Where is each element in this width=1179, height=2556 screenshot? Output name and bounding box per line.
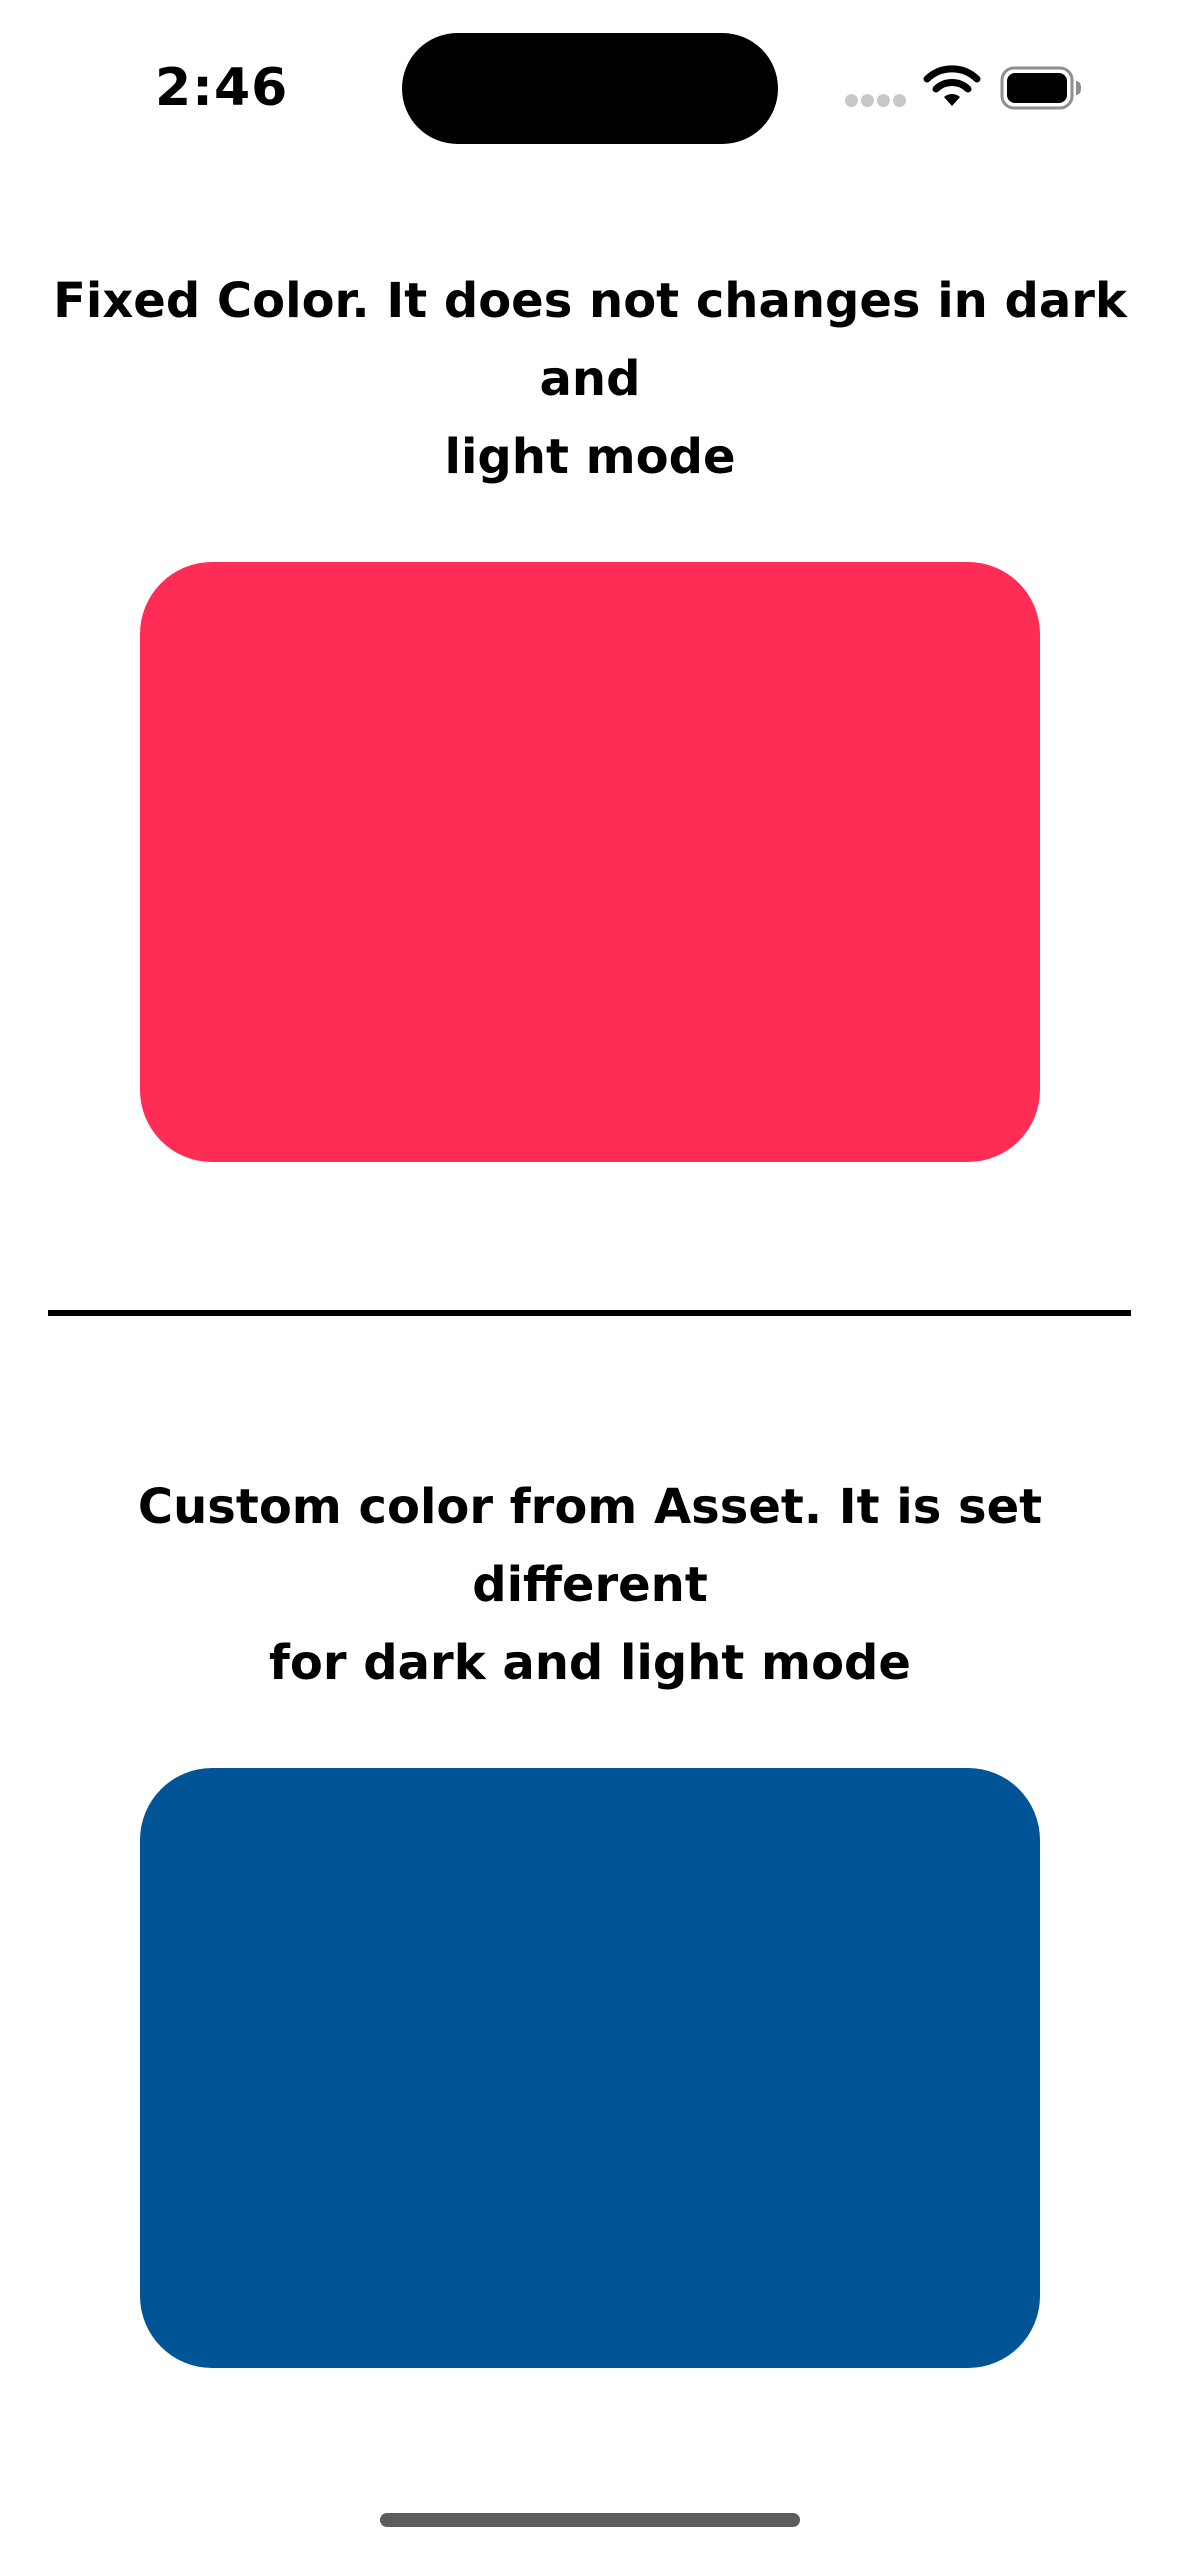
battery-icon (1000, 66, 1081, 110)
custom-color-title: Custom color from Asset. It is set diffe… (137, 1479, 1043, 1691)
fixed-color-card (140, 562, 1040, 1162)
signal-dots-icon (845, 94, 907, 110)
divider (48, 1310, 1131, 1316)
home-indicator[interactable] (380, 2513, 800, 2527)
fixed-color-title: Fixed Color. It does not changes in dark… (53, 273, 1127, 485)
dynamic-island (402, 33, 778, 144)
status-bar: 2:46 (0, 0, 1179, 170)
custom-color-card (140, 1768, 1040, 2368)
status-time: 2:46 (155, 58, 289, 118)
wifi-icon (923, 65, 981, 106)
